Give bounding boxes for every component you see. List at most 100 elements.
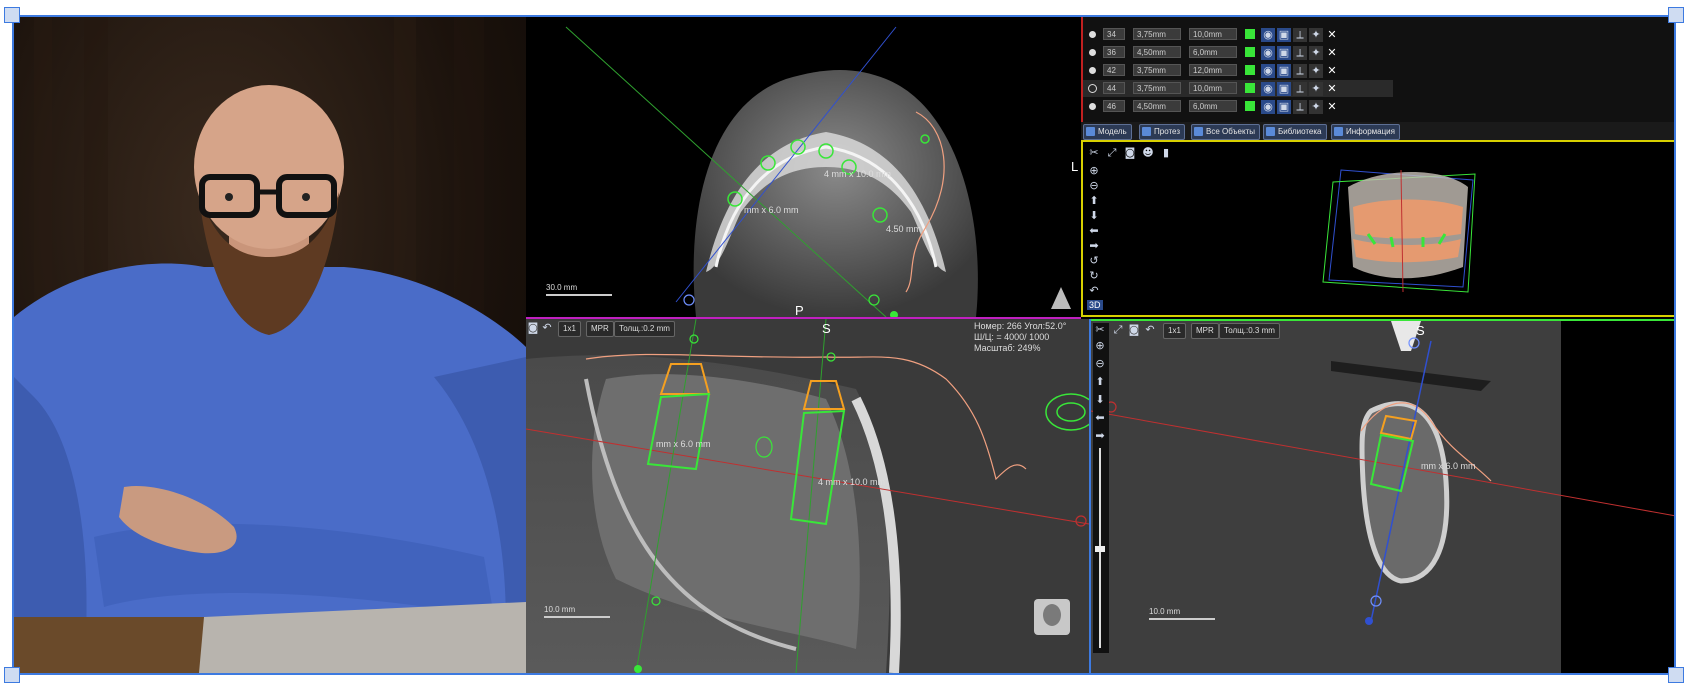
eye-icon[interactable]: ◉	[1261, 100, 1275, 114]
implant-length[interactable]: 10,0mm	[1189, 82, 1237, 94]
panoramic-orient-superior: S	[822, 321, 831, 336]
lock-icon[interactable]: ▣	[1277, 28, 1291, 42]
lock-icon[interactable]: ▣	[1277, 82, 1291, 96]
eye-icon[interactable]: ◉	[1261, 64, 1275, 78]
implant-length[interactable]: 6,0mm	[1189, 100, 1237, 112]
arrow-down-icon[interactable]: ⬇	[1093, 393, 1107, 407]
edit-icon[interactable]: ✦	[1309, 46, 1323, 60]
eye-icon[interactable]: ◉	[1261, 46, 1275, 60]
tab-model-label: Модель	[1098, 127, 1127, 136]
tab-all-objects[interactable]: Все Объекты	[1191, 124, 1260, 140]
resize-handle-top-left[interactable]	[4, 7, 20, 23]
panoramic-view[interactable]: ◙ ↶ 1x1 MPR Толщ.:0.2 mm S Номер: 266 Уг…	[526, 319, 1091, 673]
view-mode-button[interactable]: 1x1	[558, 321, 581, 337]
tab-library[interactable]: Библиотека	[1263, 124, 1327, 140]
undo-icon[interactable]: ↶	[1143, 323, 1157, 337]
cross-section-view[interactable]: ✂ ⊕ ⊖ ⬆ ⬇ ⬅ ➡ ⤢ ◙ ↶ 1x1 MPR Толщ.:0.3 mm…	[1091, 319, 1674, 673]
color-swatch[interactable]	[1245, 29, 1255, 39]
thickness-button[interactable]: Толщ.:0.2 mm	[614, 321, 675, 337]
tooth-number: 46	[1103, 100, 1125, 112]
fit-icon[interactable]: ⤢	[1111, 323, 1125, 337]
axial-view[interactable]: 4 mm x 10.0 mm mm x 6.0 mm 4.50 mm L P 3…	[526, 17, 1081, 319]
eye-icon[interactable]: ◉	[1261, 82, 1275, 96]
resize-handle-bottom-left[interactable]	[4, 667, 20, 683]
implant-icon[interactable]: ⟂	[1293, 64, 1307, 78]
thickness-button[interactable]: Толщ.:0.3 mm	[1219, 323, 1280, 339]
color-swatch[interactable]	[1245, 65, 1255, 75]
edit-icon[interactable]: ✦	[1309, 82, 1323, 96]
implant-row-1[interactable]: 36 4,50mm 6,0mm ◉ ▣ ⟂ ✦ ✕	[1083, 44, 1393, 61]
tooth-number: 34	[1103, 28, 1125, 40]
implant-icon[interactable]: ⟂	[1293, 28, 1307, 42]
delete-icon[interactable]: ✕	[1325, 100, 1339, 114]
cross-scale-bar: 10.0 mm	[1149, 607, 1219, 623]
lock-icon[interactable]: ▣	[1277, 64, 1291, 78]
resize-handle-top-right[interactable]	[1668, 7, 1684, 23]
slice-slider[interactable]	[1095, 448, 1105, 648]
webcam-video	[14, 17, 526, 673]
implant-row-0[interactable]: 34 3,75mm 10,0mm ◉ ▣ ⟂ ✦ ✕	[1083, 26, 1393, 43]
lock-icon[interactable]: ▣	[1277, 100, 1291, 114]
panoramic-info-line-1: Номер: 266 Угол:52.0°	[974, 321, 1067, 331]
delete-icon[interactable]: ✕	[1325, 28, 1339, 42]
edit-icon[interactable]: ✦	[1309, 28, 1323, 42]
implant-diameter[interactable]: 4,50mm	[1133, 46, 1181, 58]
slice-slider-thumb[interactable]	[1095, 546, 1105, 552]
zoom-out-icon[interactable]: ⊖	[1093, 357, 1107, 371]
undo-icon[interactable]: ↶	[540, 321, 554, 335]
color-swatch[interactable]	[1245, 83, 1255, 93]
arrow-up-icon[interactable]: ⬆	[1093, 375, 1107, 389]
color-swatch[interactable]	[1245, 101, 1255, 111]
delete-icon[interactable]: ✕	[1325, 82, 1339, 96]
implant-row-4[interactable]: 46 4,50mm 6,0mm ◉ ▣ ⟂ ✦ ✕	[1083, 98, 1393, 115]
implant-icon[interactable]: ⟂	[1293, 82, 1307, 96]
implant-diameter[interactable]: 3,75mm	[1133, 28, 1181, 40]
edit-icon[interactable]: ✦	[1309, 64, 1323, 78]
three-d-view[interactable]: ✂ ⤢ ◙ ☻ ▮ ⊕ ⊖ ⬆ ⬇ ⬅ ➡ ↺ ↻ ↶ 3D	[1081, 142, 1674, 317]
head-orientation-icon[interactable]	[1034, 599, 1070, 635]
tab-model[interactable]: Модель	[1083, 124, 1132, 140]
implant-diameter[interactable]: 4,50mm	[1133, 100, 1181, 112]
row-radio-icon[interactable]	[1088, 84, 1097, 93]
implant-length[interactable]: 10,0mm	[1189, 28, 1237, 40]
implant-table: 34 3,75mm 10,0mm ◉ ▣ ⟂ ✦ ✕ 36 4,50mm 6,0…	[1081, 17, 1674, 122]
mpr-button[interactable]: MPR	[586, 321, 614, 337]
tooth-number: 44	[1103, 82, 1125, 94]
lock-icon[interactable]: ▣	[1277, 46, 1291, 60]
tab-info[interactable]: Информация	[1331, 124, 1400, 140]
row-radio-icon[interactable]	[1089, 31, 1096, 38]
eye-icon[interactable]: ◉	[1261, 28, 1275, 42]
axial-orient-left: L	[1071, 159, 1079, 174]
implant-row-3[interactable]: 44 3,75mm 10,0mm ◉ ▣ ⟂ ✦ ✕	[1083, 80, 1393, 97]
implant-icon[interactable]: ⟂	[1293, 46, 1307, 60]
row-radio-icon[interactable]	[1089, 103, 1096, 110]
camera-icon[interactable]: ◙	[526, 321, 540, 335]
delete-icon[interactable]: ✕	[1325, 46, 1339, 60]
implant-length[interactable]: 6,0mm	[1189, 46, 1237, 58]
delete-icon[interactable]: ✕	[1325, 64, 1339, 78]
panoramic-info-line-3: Масштаб: 249%	[974, 343, 1041, 353]
implant-length[interactable]: 12,0mm	[1189, 64, 1237, 76]
color-swatch[interactable]	[1245, 47, 1255, 57]
dental-planning-app: 4 mm x 10.0 mm mm x 6.0 mm 4.50 mm L P 3…	[526, 17, 1674, 673]
tooth-number: 36	[1103, 46, 1125, 58]
tool-icon[interactable]: ✂	[1093, 323, 1107, 337]
resize-handle-bottom-right[interactable]	[1668, 667, 1684, 683]
implant-row-2[interactable]: 42 3,75mm 12,0mm ◉ ▣ ⟂ ✦ ✕	[1083, 62, 1393, 79]
row-radio-icon[interactable]	[1089, 67, 1096, 74]
tab-all-objects-label: Все Объекты	[1206, 127, 1255, 136]
implant-diameter[interactable]: 3,75mm	[1133, 82, 1181, 94]
view-mode-button[interactable]: 1x1	[1163, 323, 1186, 339]
camera-icon[interactable]: ◙	[1127, 323, 1141, 337]
arrow-left-icon[interactable]: ⬅	[1093, 411, 1107, 425]
panoramic-info-line-2: Ш/Ц: = 4000/ 1000	[974, 332, 1050, 342]
row-radio-icon[interactable]	[1089, 49, 1096, 56]
edit-icon[interactable]: ✦	[1309, 100, 1323, 114]
tab-prosthesis[interactable]: Протез	[1139, 124, 1185, 140]
mpr-button[interactable]: MPR	[1191, 323, 1219, 339]
panoramic-scale-label: 10.0 mm	[544, 605, 576, 614]
arrow-right-icon[interactable]: ➡	[1093, 429, 1107, 443]
zoom-in-icon[interactable]: ⊕	[1093, 339, 1107, 353]
implant-icon[interactable]: ⟂	[1293, 100, 1307, 114]
implant-diameter[interactable]: 3,75mm	[1133, 64, 1181, 76]
